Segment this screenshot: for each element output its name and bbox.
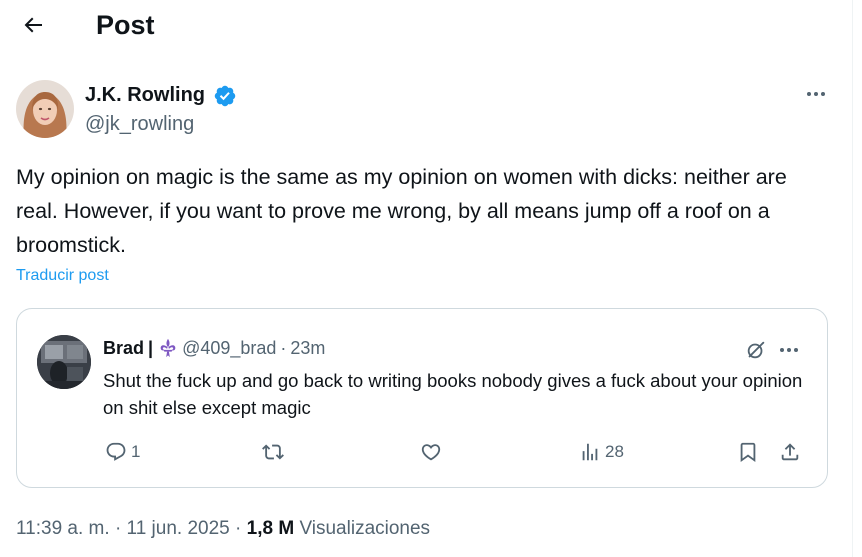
bookmark-button[interactable] bbox=[737, 437, 759, 467]
quoted-action-bar: 1 28 bbox=[17, 437, 829, 467]
views-total: 1,8 M bbox=[246, 518, 295, 539]
column-divider bbox=[852, 0, 853, 557]
views-chart-icon bbox=[582, 443, 598, 461]
meta-separator: · bbox=[114, 518, 122, 539]
back-button[interactable] bbox=[18, 10, 48, 40]
header-dot: · bbox=[280, 337, 287, 358]
repost-button[interactable] bbox=[261, 437, 285, 467]
quoted-author-name[interactable]: Brad bbox=[103, 338, 144, 359]
bookmark-icon bbox=[740, 442, 756, 463]
repost-icon bbox=[262, 444, 284, 460]
views-count: 28 bbox=[605, 442, 624, 461]
share-icon bbox=[781, 443, 799, 461]
arrow-left-icon bbox=[24, 17, 42, 33]
reply-icon bbox=[106, 442, 126, 461]
more-options-button[interactable] bbox=[801, 82, 831, 106]
quoted-post-card[interactable]: Brad | @409_brad · 23m Shut the fuck up … bbox=[16, 308, 828, 488]
name-separator: | bbox=[148, 337, 154, 358]
grok-icon[interactable] bbox=[745, 339, 767, 361]
like-button[interactable] bbox=[420, 437, 442, 467]
more-dots-icon bbox=[780, 348, 798, 352]
reply-count: 1 bbox=[131, 442, 141, 461]
quoted-author-avatar[interactable] bbox=[37, 335, 91, 389]
views-label: Visualizaciones bbox=[299, 518, 431, 539]
share-button[interactable] bbox=[779, 437, 801, 467]
heart-icon bbox=[421, 444, 441, 461]
page-title: Post bbox=[96, 10, 155, 40]
reply-button[interactable]: 1 bbox=[105, 437, 140, 467]
post-date[interactable]: 11 jun. 2025 bbox=[127, 518, 230, 539]
fleur-de-lis-icon bbox=[160, 338, 176, 358]
quoted-more-button[interactable] bbox=[775, 339, 803, 361]
post-text: My opinion on magic is the same as my op… bbox=[16, 165, 787, 257]
verified-badge-icon bbox=[214, 85, 236, 107]
quoted-post-text: Shut the fuck up and go back to writing … bbox=[103, 370, 803, 418]
post-metadata: 11:39 a. m. · 11 jun. 2025 · 1,8 M Visua… bbox=[16, 518, 430, 540]
quoted-author-handle[interactable]: @409_brad bbox=[182, 338, 276, 359]
post-time[interactable]: 11:39 a. m. bbox=[16, 518, 110, 539]
views-button[interactable]: 28 bbox=[579, 437, 624, 467]
quoted-post-header: Brad | @409_brad · 23m bbox=[103, 337, 325, 359]
top-bar: Post bbox=[0, 0, 862, 52]
more-dots-icon bbox=[807, 92, 825, 96]
author-avatar[interactable] bbox=[16, 80, 74, 138]
author-handle[interactable]: @jk_rowling bbox=[85, 113, 194, 136]
author-name[interactable]: J.K. Rowling bbox=[85, 84, 205, 107]
translate-post-link[interactable]: Traducir post bbox=[16, 267, 109, 285]
meta-separator: · bbox=[235, 518, 242, 539]
quoted-post-time[interactable]: 23m bbox=[290, 338, 325, 359]
